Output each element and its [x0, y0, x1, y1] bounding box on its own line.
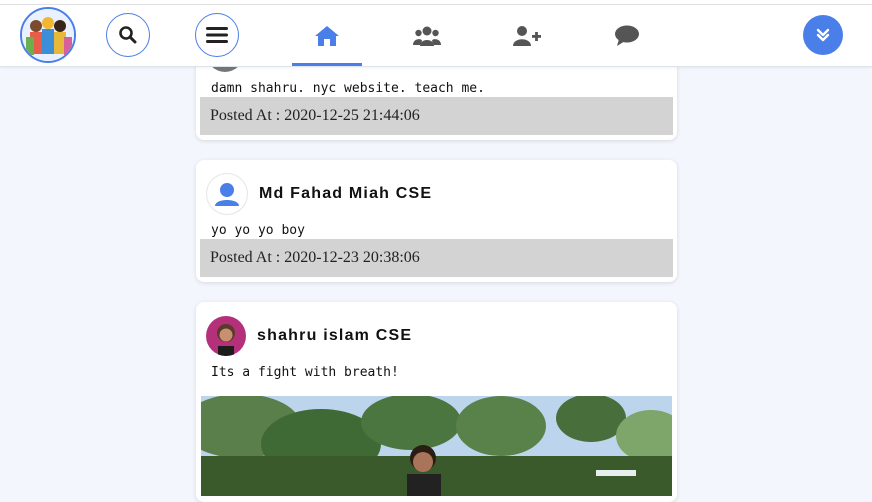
- posted-at: Posted At : 2020-12-25 21:44:06: [200, 97, 673, 135]
- post-card: shahru islam CSE Its a fight with breath…: [196, 302, 677, 502]
- menu-button[interactable]: [195, 13, 239, 57]
- default-user-icon: [215, 183, 239, 206]
- user-plus-icon: [513, 25, 541, 46]
- home-icon: [315, 25, 339, 46]
- dropdown-button[interactable]: [803, 15, 843, 55]
- post-text: damn shahru. nyc website. teach me.: [211, 81, 485, 96]
- tab-add-friend[interactable]: [492, 5, 562, 66]
- users-icon: [413, 26, 441, 46]
- double-chevron-down-icon: [816, 28, 830, 42]
- post-photo[interactable]: [201, 396, 672, 496]
- avatar[interactable]: [206, 173, 248, 215]
- tab-friends[interactable]: [392, 5, 462, 66]
- post-text: Its a fight with breath!: [211, 365, 399, 380]
- top-navbar: [0, 5, 872, 67]
- people-group-logo-icon: [22, 9, 74, 61]
- tab-messages[interactable]: [592, 5, 662, 66]
- search-icon: [119, 26, 137, 44]
- chat-icon: [615, 25, 639, 46]
- post-text: yo yo yo boy: [211, 223, 305, 238]
- tab-home[interactable]: [292, 5, 362, 66]
- post-header: shahru islam CSE: [206, 316, 412, 356]
- people-group-logo[interactable]: [20, 7, 76, 63]
- avatar[interactable]: [206, 316, 246, 356]
- outdoor-photo-icon: [201, 396, 672, 496]
- profile-photo-icon: [206, 316, 246, 356]
- post-header: Md Fahad Miah CSE: [206, 173, 432, 215]
- search-button[interactable]: [106, 13, 150, 57]
- post-card: Md Fahad Miah CSE yo yo yo boy Posted At…: [196, 160, 677, 282]
- posted-at: Posted At : 2020-12-23 20:38:06: [200, 239, 673, 277]
- hamburger-menu-icon: [206, 27, 228, 43]
- author-name[interactable]: shahru islam CSE: [257, 327, 412, 345]
- author-name[interactable]: Md Fahad Miah CSE: [259, 185, 432, 203]
